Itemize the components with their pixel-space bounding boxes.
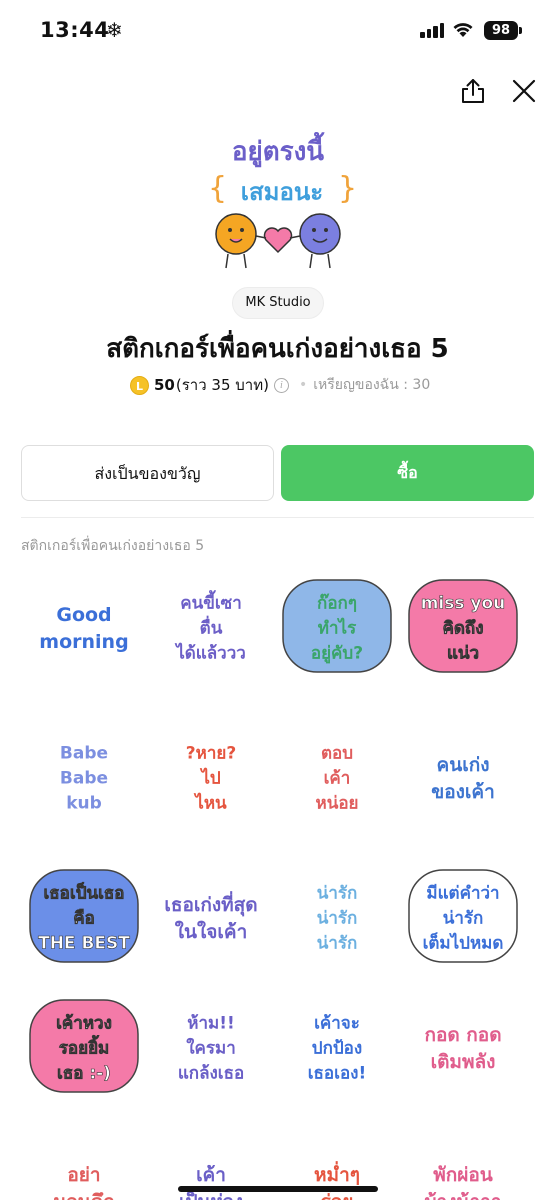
sticker-text-line: หม่ำๆ xyxy=(314,1161,360,1186)
sticker-item[interactable]: miss you คิดถึงแน่ว xyxy=(401,566,525,690)
battery-indicator: 98 xyxy=(484,21,518,40)
sticker-text-line: นอนดึก xyxy=(53,1191,114,1200)
close-icon[interactable] xyxy=(509,76,539,106)
sticker-text-line: บ้างน้าาา xyxy=(424,1191,501,1200)
sticker-item[interactable]: อย่านอนดึก xyxy=(22,1126,146,1200)
sticker-text-line: แน่ว xyxy=(447,644,479,664)
main-sticker-line-1: อยู่ตรงนี้ xyxy=(232,131,325,168)
sticker-text-line: น่ารัก xyxy=(317,909,358,929)
sticker-text-line: เค้าจะ xyxy=(314,1014,360,1034)
main-sticker-image: อยู่ตรงนี้ เสมอนะ { } xyxy=(190,118,366,278)
sticker-item[interactable]: คนขี้เซา ตื่นได้แล้ววว xyxy=(149,566,273,690)
sticker-text-line: ก๊อกๆ xyxy=(317,594,357,614)
sticker-item[interactable]: เธอเป็นเธอคือ THE BEST xyxy=(22,856,146,980)
sticker-text-line: ได้แล้ววว xyxy=(174,643,246,664)
sticker-text-line: ?หาย? xyxy=(186,744,236,764)
right-brace-decoration: } xyxy=(338,171,357,206)
price-row: L 50 (ราว 35 บาท) i • เหรียญของฉัน : 30 xyxy=(130,374,430,396)
sticker-item[interactable]: เค้าหวง รอยยิ้มเธอ :-) xyxy=(22,986,146,1110)
price-value: 50 xyxy=(154,376,175,394)
product-title: สติกเกอร์เพื่อคนเก่งอย่างเธอ 5 xyxy=(106,334,449,364)
sticker-text-line: Babe xyxy=(60,769,108,789)
coin-icon: L xyxy=(130,375,149,395)
sticker-text-line: คนเก่ง xyxy=(437,754,490,776)
studio-chip[interactable]: MK Studio xyxy=(232,287,324,319)
sticker-text-line: ห้าม!! xyxy=(187,1014,234,1034)
sticker-text-line: เติมพลัง xyxy=(431,1051,496,1073)
sticker-text-line: คนขี้เซา xyxy=(180,590,242,614)
sticker-text-line: Good xyxy=(56,604,111,626)
sticker-text-line: ปกป้อง xyxy=(312,1039,362,1059)
sticker-text-line: กอด กอด xyxy=(424,1024,501,1046)
sticker-text-line: miss you xyxy=(421,594,506,614)
sticker-item[interactable]: มีแต่คำว่าน่ารัก เต็มไปหมด xyxy=(401,856,525,980)
sticker-text-line: แกล้งเธอ xyxy=(178,1064,244,1084)
sticker-text-line: ตอบ xyxy=(321,744,353,764)
sticker-text-line: เธอเป็นเธอ xyxy=(43,881,124,904)
wifi-icon xyxy=(453,23,473,37)
status-bar: 13:44 ❄ 98 xyxy=(0,0,555,62)
sticker-text-line: อย่า xyxy=(67,1164,100,1186)
sticker-text-line: เธอเก่งที่สุด xyxy=(164,891,257,917)
cellular-signal-icon xyxy=(420,22,444,38)
sticker-item[interactable]: Babe Babe kub xyxy=(22,716,146,840)
sticker-text-line: ในใจเค้า xyxy=(175,920,248,943)
sticker-text-line: มีแต่คำว่า xyxy=(426,883,499,904)
share-icon[interactable] xyxy=(458,76,488,106)
sticker-item[interactable]: เค้าจะปกป้องเธอเอง! xyxy=(275,986,399,1110)
sticker-text-line: ทำไร xyxy=(318,618,357,639)
sticker-item[interactable]: เธอเก่งที่สุดในใจเค้า xyxy=(149,856,273,980)
sticker-text-line: เธอเอง! xyxy=(308,1064,366,1084)
sticker-text-line: คือ xyxy=(73,908,95,929)
sticker-text-line: พักผ่อน xyxy=(433,1164,493,1186)
sticker-text-line: เค้าหวง xyxy=(56,1014,112,1034)
sticker-text-line: อยู่คับ? xyxy=(311,644,363,665)
status-time: 13:44 xyxy=(40,18,110,42)
sticker-text-line: น่ารัก xyxy=(443,909,484,929)
sticker-text-line: THE BEST xyxy=(38,934,130,954)
battery-tip xyxy=(519,27,522,34)
snowflake-icon: ❄ xyxy=(106,18,123,42)
sticker-text-line: เค้า xyxy=(324,769,351,789)
sticker-set-label: สติกเกอร์เพื่อคนเก่งอย่างเธอ 5 xyxy=(21,538,205,554)
sticker-item[interactable]: พักผ่อนบ้างน้าาา xyxy=(401,1126,525,1200)
gift-button[interactable]: ส่งเป็นของขวัญ xyxy=(21,445,274,501)
sticker-text-line: น่ารัก xyxy=(317,934,358,954)
sticker-item[interactable]: น่ารัก น่ารัก น่ารัก xyxy=(275,856,399,980)
sticker-item[interactable]: Good morning xyxy=(22,566,146,690)
sticker-item[interactable]: ห้าม!! ใครมาแกล้งเธอ xyxy=(149,986,273,1110)
sticker-text-line: ไป xyxy=(199,768,221,789)
sticker-item[interactable]: ก๊อกๆทำไรอยู่คับ? xyxy=(275,566,399,690)
buy-button[interactable]: ซื้อ xyxy=(281,445,534,501)
main-sticker-line-2: เสมอนะ xyxy=(241,178,323,206)
section-divider xyxy=(21,517,534,518)
sticker-text-line: เต็มไปหมด xyxy=(423,931,504,954)
sticker-text-line: หน่อย xyxy=(316,794,359,814)
sticker-text-line: kub xyxy=(66,794,102,814)
sticker-text-line: คิดถึง xyxy=(442,619,483,639)
sticker-item[interactable]: ตอบเค้าหน่อย xyxy=(275,716,399,840)
left-brace-decoration: { xyxy=(208,171,227,206)
sticker-text-line: รอยยิ้ม xyxy=(59,1035,109,1059)
my-coins-balance: เหรียญของฉัน : 30 xyxy=(313,377,431,393)
sticker-text-line: ตื่น xyxy=(200,616,223,639)
sticker-item[interactable]: กอด กอดเติมพลัง xyxy=(401,986,525,1110)
sticker-item[interactable]: คนเก่งของเค้า xyxy=(401,716,525,840)
sticker-text-line: เค้า xyxy=(196,1164,226,1186)
sticker-text-line: ใครมา xyxy=(186,1038,236,1059)
sticker-text-line: morning xyxy=(39,631,128,653)
sticker-text-line: ไหน xyxy=(193,793,227,814)
sticker-text-line: Babe xyxy=(60,744,108,764)
sticker-text-line: น่ารัก xyxy=(317,884,358,904)
sticker-item[interactable]: ?หาย? ไปไหน xyxy=(149,716,273,840)
sticker-text-line: ของเค้า xyxy=(431,781,495,803)
price-baht: (ราว 35 บาท) xyxy=(175,376,269,394)
separator-dot: • xyxy=(298,377,308,393)
info-icon[interactable]: i xyxy=(273,377,289,393)
home-indicator xyxy=(178,1186,378,1192)
sticker-text-line: เธอ :-) xyxy=(57,1064,111,1084)
